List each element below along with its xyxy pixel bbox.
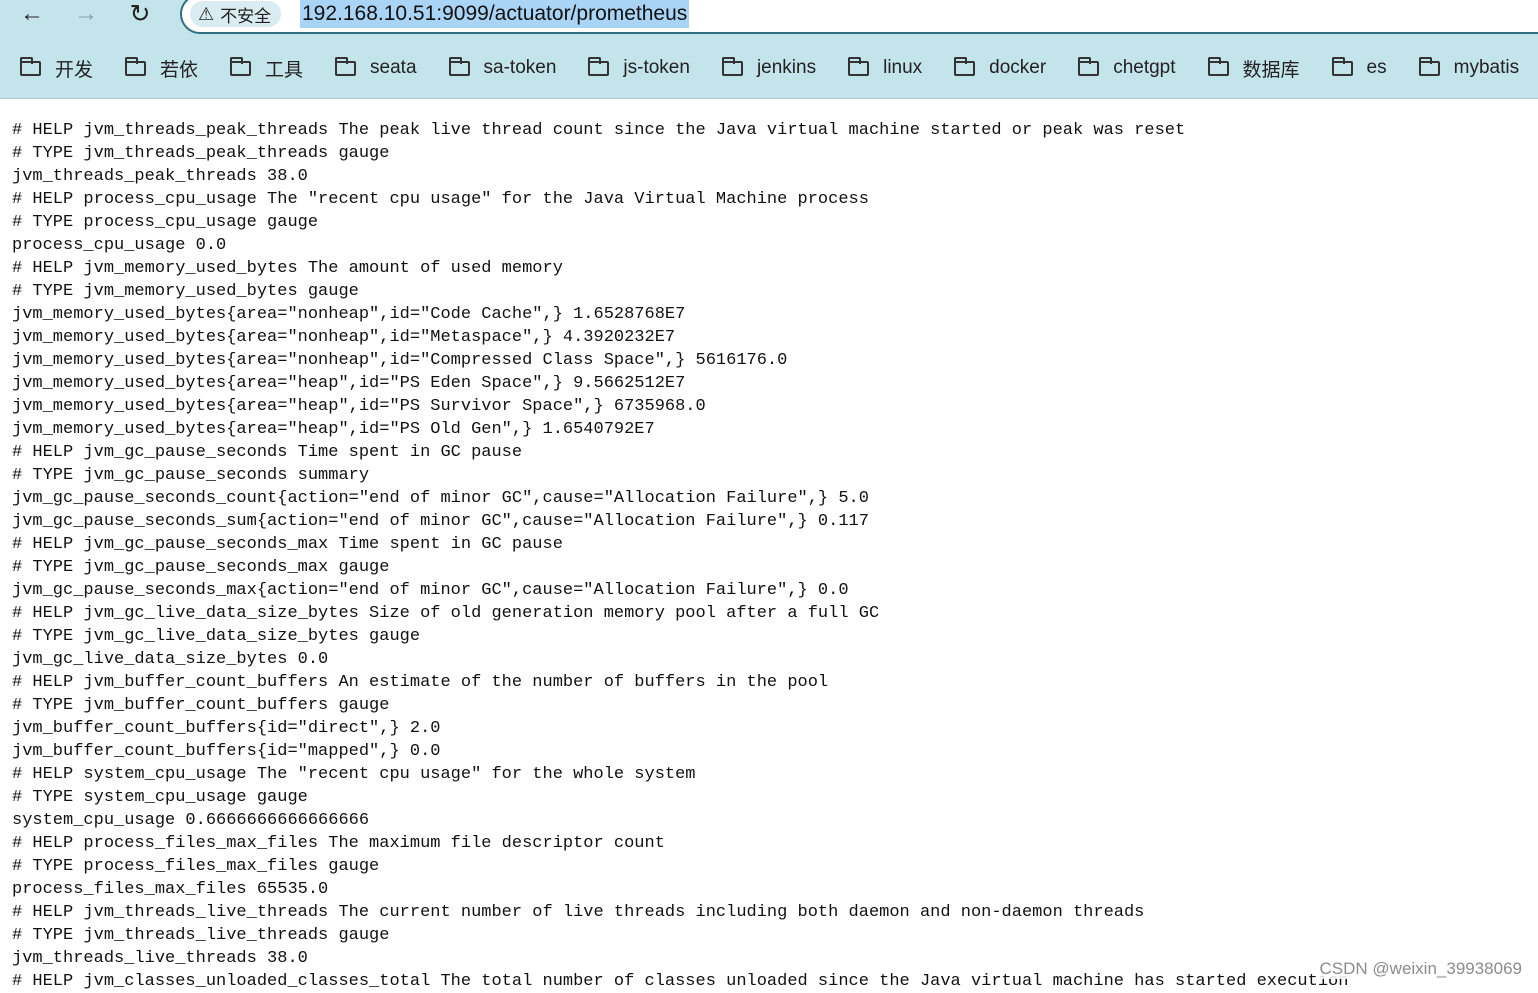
bookmark-label: es [1366, 57, 1387, 78]
folder-icon [954, 56, 976, 76]
metrics-line: jvm_threads_live_threads 38.0 [12, 949, 308, 968]
metrics-line: process_files_max_files 65535.0 [12, 880, 329, 899]
bookmark-label: linux [883, 57, 923, 78]
metrics-line: jvm_memory_used_bytes{area="nonheap",id=… [12, 351, 788, 370]
metrics-line: # HELP jvm_threads_live_threads The curr… [12, 903, 1145, 922]
bookmark-item[interactable]: chetgpt [1058, 52, 1187, 84]
folder-icon [20, 56, 41, 76]
metrics-line: jvm_threads_peak_threads 38.0 [12, 167, 308, 186]
bookmark-item[interactable]: 数据库 [1188, 52, 1312, 84]
bookmark-label: docker [989, 57, 1047, 78]
metrics-line: # TYPE jvm_gc_pause_seconds summary [12, 466, 370, 485]
metrics-line: jvm_memory_used_bytes{area="heap",id="PS… [12, 397, 706, 416]
bookmark-item[interactable]: 若依 [105, 52, 210, 84]
bookmarks-bar: 开发 若依 工具 seata sa-token js-token jenkins linux d… [0, 52, 1538, 84]
bookmark-label: chetgpt [1113, 57, 1176, 78]
folder-icon [721, 56, 743, 76]
bookmark-label: 开发 [55, 59, 94, 81]
folder-icon [448, 56, 470, 76]
folder-icon [230, 56, 252, 76]
metrics-line: # HELP jvm_threads_peak_threads The peak… [12, 121, 1186, 140]
metrics-line: jvm_gc_pause_seconds_count{action="end o… [12, 489, 869, 508]
reload-button[interactable]: ↻ [122, 0, 158, 28]
folder-icon [1078, 56, 1100, 76]
metrics-line: # HELP jvm_gc_live_data_size_bytes Size … [12, 604, 880, 623]
metrics-line: # TYPE system_cpu_usage gauge [12, 788, 308, 807]
security-indicator[interactable]: ⚠ 不安全 [190, 1, 282, 27]
reload-icon: ↻ [129, 0, 151, 28]
metrics-line: jvm_memory_used_bytes{area="nonheap",id=… [12, 305, 686, 324]
metrics-line: # HELP process_cpu_usage The "recent cpu… [12, 190, 869, 209]
metrics-text: # HELP jvm_threads_peak_threads The peak… [12, 119, 1532, 993]
metrics-line: jvm_gc_pause_seconds_max{action="end of … [12, 581, 849, 600]
metrics-line: jvm_gc_pause_seconds_sum{action="end of … [12, 512, 869, 531]
metrics-line: # TYPE jvm_threads_live_threads gauge [12, 926, 390, 945]
metrics-line: process_cpu_usage 0.0 [12, 236, 227, 255]
bookmark-label: seata [370, 57, 417, 78]
metrics-line: # HELP jvm_gc_pause_seconds Time spent i… [12, 443, 523, 462]
arrow-left-icon: ← [20, 0, 44, 27]
bookmark-label: js-token [623, 57, 690, 78]
watermark: CSDN @weixin_39938069 [1317, 959, 1524, 979]
metrics-line: # TYPE process_files_max_files gauge [12, 857, 380, 876]
bookmark-item[interactable]: seata [315, 52, 428, 84]
metrics-line: # TYPE jvm_gc_live_data_size_bytes gauge [12, 627, 421, 646]
metrics-line: jvm_buffer_count_buffers{id="direct",} 2… [12, 719, 441, 738]
bookmark-item[interactable]: es [1312, 52, 1399, 84]
forward-button[interactable]: → [68, 0, 104, 28]
metrics-line: # TYPE jvm_buffer_count_buffers gauge [12, 696, 390, 715]
bookmark-item[interactable]: js-token [568, 52, 702, 84]
metrics-line: # HELP system_cpu_usage The "recent cpu … [12, 765, 696, 784]
metrics-line: # TYPE jvm_memory_used_bytes gauge [12, 282, 359, 301]
bookmark-item[interactable]: sa-token [429, 52, 569, 84]
address-bar[interactable]: ⚠ 不安全 192.168.10.51:9099/actuator/promet… [180, 0, 1538, 34]
metrics-line: # HELP jvm_classes_unloaded_classes_tota… [12, 972, 1349, 991]
bookmark-label: sa-token [483, 57, 557, 78]
metrics-line: jvm_buffer_count_buffers{id="mapped",} 0… [12, 742, 441, 761]
metrics-line: # HELP jvm_buffer_count_buffers An estim… [12, 673, 829, 692]
arrow-right-icon: → [74, 0, 98, 27]
bookmark-item[interactable]: jenkins [702, 52, 828, 84]
bookmark-label: 工具 [265, 59, 304, 81]
browser-chrome: ← → ↻ ⚠ 不安全 192.168.10.51:9099/actuator/… [0, 0, 1538, 99]
metrics-line: # TYPE jvm_gc_pause_seconds_max gauge [12, 558, 390, 577]
metrics-line: # HELP jvm_gc_pause_seconds_max Time spe… [12, 535, 563, 554]
url-text[interactable]: 192.168.10.51:9099/actuator/prometheus [300, 0, 690, 28]
warning-triangle-icon: ⚠ [198, 4, 215, 24]
metrics-line: jvm_memory_used_bytes{area="heap",id="PS… [12, 374, 686, 393]
folder-icon [1331, 56, 1353, 76]
folder-icon [848, 56, 870, 76]
metrics-line: # TYPE process_cpu_usage gauge [12, 213, 319, 232]
bookmark-label: jenkins [756, 57, 817, 78]
folder-icon [1207, 56, 1229, 76]
bookmark-item[interactable]: linux [828, 52, 934, 84]
folder-icon [588, 56, 610, 76]
metrics-line: # HELP jvm_memory_used_bytes The amount … [12, 259, 563, 278]
bookmark-item[interactable]: docker [934, 52, 1058, 84]
metrics-line: system_cpu_usage 0.6666666666666666 [12, 811, 370, 830]
bookmark-label: 数据库 [1242, 59, 1300, 81]
metrics-line: # HELP process_files_max_files The maxim… [12, 834, 665, 853]
bookmark-label: 若依 [160, 59, 199, 81]
bookmark-item[interactable]: 开发 [0, 52, 105, 84]
folder-icon [335, 56, 357, 76]
folder-icon [125, 56, 147, 76]
bookmark-item[interactable]: mybatis [1399, 52, 1531, 84]
metrics-line: jvm_gc_live_data_size_bytes 0.0 [12, 650, 329, 669]
bookmark-item[interactable]: 工具 [210, 52, 315, 84]
security-label: 不安全 [220, 6, 272, 26]
metrics-line: # TYPE jvm_threads_peak_threads gauge [12, 144, 390, 163]
back-button[interactable]: ← [14, 0, 50, 28]
metrics-line: jvm_memory_used_bytes{area="nonheap",id=… [12, 328, 676, 347]
bookmark-label: mybatis [1453, 57, 1520, 78]
folder-icon [1418, 56, 1440, 76]
metrics-line: jvm_memory_used_bytes{area="heap",id="PS… [12, 420, 655, 439]
